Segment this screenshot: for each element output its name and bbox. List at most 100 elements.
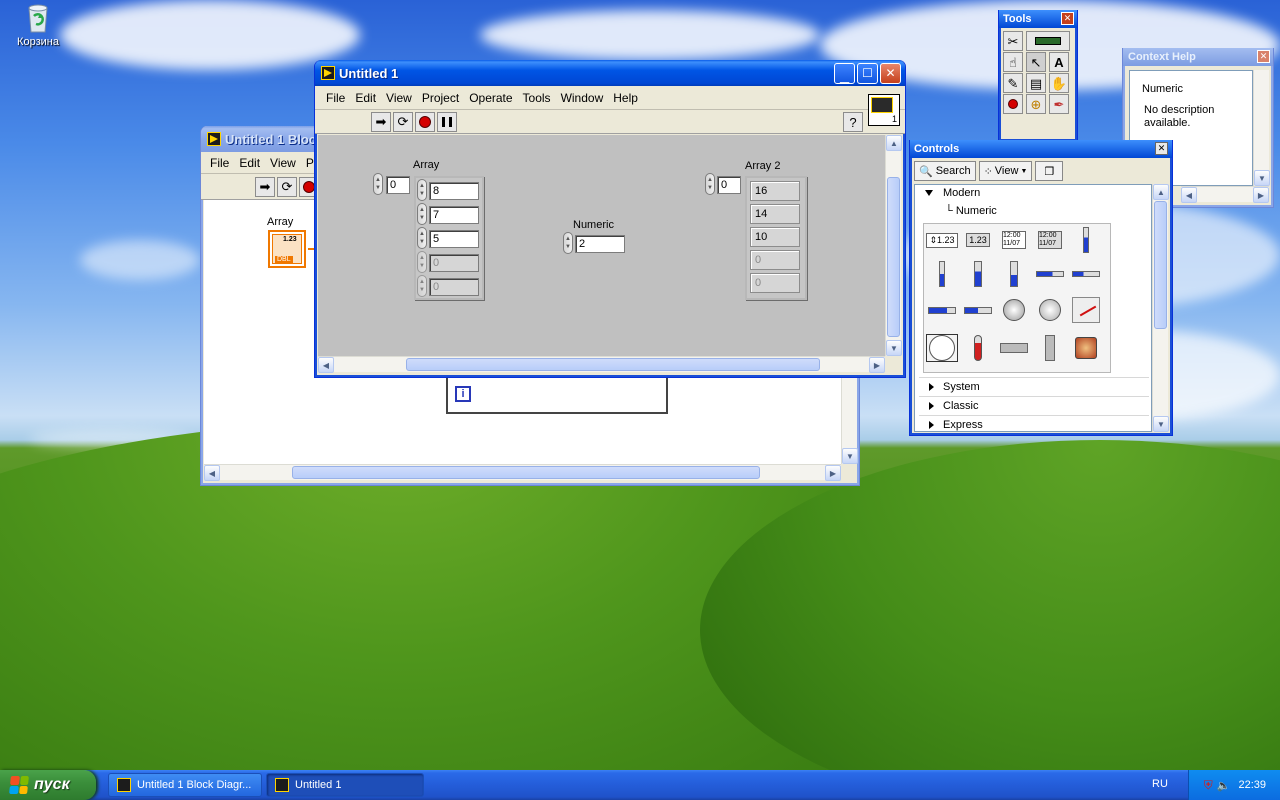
bd-horizontal-scrollbar[interactable]: ◀ ▶: [204, 464, 841, 481]
bd-menu-file[interactable]: File: [205, 156, 234, 170]
array1-elem1-spinner[interactable]: ▲ ▼: [417, 203, 427, 225]
vertical-graduated-bar-item[interactable]: [998, 260, 1030, 288]
controls-scroll-up-button[interactable]: ▲: [1153, 184, 1169, 200]
horizontal-progress-bar-item[interactable]: [926, 296, 958, 324]
probe-tool-icon[interactable]: ⊕: [1026, 94, 1046, 114]
menu-window[interactable]: Window: [556, 91, 609, 105]
close-button[interactable]: ✕: [880, 62, 901, 84]
context-help-titlebar[interactable]: Context Help ✕: [1123, 48, 1273, 66]
numeric-control[interactable]: 2: [575, 235, 625, 253]
category-system[interactable]: System: [919, 377, 1149, 395]
vertical-scrollbar-control-item[interactable]: [1034, 334, 1066, 362]
run-button[interactable]: ➡: [255, 176, 275, 197]
run-continuously-button[interactable]: ⟳: [393, 111, 413, 132]
menu-edit[interactable]: Edit: [350, 91, 381, 105]
vertical-fill-slide-item[interactable]: [1070, 226, 1102, 254]
context-help-vscroll[interactable]: ▼: [1253, 70, 1270, 186]
recycle-bin[interactable]: Корзина: [10, 2, 66, 48]
vertical-pointer-slide-item[interactable]: [926, 260, 958, 288]
array1-elem0-spinner[interactable]: ▲ ▼: [417, 179, 427, 201]
color-box-item[interactable]: [1070, 334, 1102, 362]
array1-element-4[interactable]: 0: [429, 278, 479, 296]
palette-window-button[interactable]: ❐: [1035, 161, 1064, 181]
vi-connector-pane[interactable]: 1: [868, 94, 900, 126]
horizontal-scrollbar-control-item[interactable]: [998, 334, 1030, 362]
position-tool-icon[interactable]: ↖: [1026, 52, 1046, 72]
controls-close-button[interactable]: ✕: [1155, 142, 1168, 155]
bd-menu-view[interactable]: View: [265, 156, 301, 170]
array1-element-1[interactable]: 7: [429, 206, 479, 224]
fp-scroll-down-button[interactable]: ▼: [886, 340, 902, 356]
operate-value-tool-icon[interactable]: ☝: [1003, 52, 1023, 72]
array1-elem4-spinner[interactable]: ▲ ▼: [417, 275, 427, 297]
auto-tool-icon[interactable]: ✂: [1003, 31, 1023, 51]
controls-palette[interactable]: Controls ✕ 🔍 Search ⁘ View ▼ ❐ Modern └ …: [909, 140, 1173, 436]
controls-scroll-down-button[interactable]: ▼: [1153, 416, 1169, 432]
menu-tools[interactable]: Tools: [518, 91, 556, 105]
taskbar-item-block-diagram[interactable]: Untitled 1 Block Diagr...: [108, 773, 262, 797]
clock[interactable]: 22:39: [1238, 779, 1266, 791]
minimize-button[interactable]: ▁: [834, 62, 855, 84]
scroll-tool-icon[interactable]: ✋: [1049, 73, 1069, 93]
fp-v-scroll-thumb[interactable]: [887, 177, 900, 337]
bd-scroll-down-button[interactable]: ▼: [842, 448, 858, 464]
menu-project[interactable]: Project: [417, 91, 464, 105]
context-help-hscroll[interactable]: ◀ ▶: [1181, 186, 1269, 203]
array1-index[interactable]: 0: [386, 176, 410, 194]
edit-text-tool-icon[interactable]: A: [1049, 52, 1069, 72]
abort-button[interactable]: [415, 111, 435, 132]
fp-scroll-left-button[interactable]: ◀: [318, 357, 334, 373]
tools-close-button[interactable]: ✕: [1061, 12, 1074, 25]
numeric-spinner[interactable]: ▲ ▼: [563, 232, 573, 254]
fp-scroll-right-button[interactable]: ▶: [869, 357, 885, 373]
controls-scroll-thumb[interactable]: [1154, 201, 1167, 329]
breakpoint-tool-icon[interactable]: [1003, 94, 1023, 114]
front-panel-window[interactable]: Untitled 1 ▁ ☐ ✕ File Edit View Project …: [314, 60, 906, 378]
context-help-close-button[interactable]: ✕: [1257, 50, 1270, 63]
tree-numeric[interactable]: └ Numeric: [945, 205, 997, 217]
horizontal-pointer-slide-item[interactable]: [1070, 260, 1102, 288]
loop-index-terminal[interactable]: i: [455, 386, 471, 402]
horizontal-fill-slide-item[interactable]: [1034, 260, 1066, 288]
fp-vertical-scrollbar[interactable]: ▲ ▼: [885, 135, 902, 356]
bd-menu-edit[interactable]: Edit: [234, 156, 265, 170]
array1-element-0[interactable]: 8: [429, 182, 479, 200]
bd-scroll-right-button[interactable]: ▶: [825, 465, 841, 481]
tools-palette[interactable]: Tools ✕ ✂ ☝ ↖ A ✎ ▤ ✋ ⊕ ✒: [998, 10, 1078, 142]
tank-item[interactable]: [962, 334, 994, 362]
run-continuously-button[interactable]: ⟳: [277, 176, 297, 197]
taskbar-item-front-panel[interactable]: Untitled 1: [266, 773, 424, 797]
run-button[interactable]: ➡: [371, 111, 391, 132]
array1-index-spinner[interactable]: ▲ ▼: [373, 173, 383, 195]
security-shield-icon[interactable]: ⛨: [1204, 778, 1213, 793]
bd-h-scroll-thumb[interactable]: [292, 466, 760, 479]
array1-element-3[interactable]: 0: [429, 254, 479, 272]
menu-view[interactable]: View: [381, 91, 417, 105]
vertical-progress-bar-item[interactable]: [962, 260, 994, 288]
ch-scroll-right-button[interactable]: ▶: [1253, 187, 1269, 203]
array1-elem2-spinner[interactable]: ▲ ▼: [417, 227, 427, 249]
time-stamp-control-item[interactable]: 12:00 11/07: [998, 226, 1030, 254]
menu-file[interactable]: File: [321, 91, 350, 105]
numeric-control-item[interactable]: ⇕1.23: [926, 226, 958, 254]
meter-item[interactable]: [1070, 296, 1102, 324]
array1-elem3-spinner[interactable]: ▲ ▼: [417, 251, 427, 273]
speaker-icon[interactable]: 🔈: [1217, 779, 1231, 792]
numeric-indicator-item[interactable]: 1.23: [962, 226, 994, 254]
gauge-item[interactable]: [926, 334, 958, 362]
knob-item[interactable]: [998, 296, 1030, 324]
ch-scroll-down-button[interactable]: ▼: [1254, 170, 1270, 186]
object-shortcut-tool-icon[interactable]: ▤: [1026, 73, 1046, 93]
front-panel-titlebar[interactable]: Untitled 1 ▁ ☐ ✕: [315, 60, 905, 86]
view-button[interactable]: ⁘ View ▼: [978, 161, 1033, 181]
controls-vscroll[interactable]: ▲ ▼: [1152, 184, 1169, 432]
fp-h-scroll-thumb[interactable]: [406, 358, 820, 371]
time-stamp-indicator-item[interactable]: 12:00 11/07: [1034, 226, 1066, 254]
array2-index-spinner[interactable]: ▲ ▼: [705, 173, 715, 195]
tree-modern[interactable]: Modern: [943, 187, 980, 199]
controls-titlebar[interactable]: Controls ✕: [910, 140, 1172, 158]
category-classic[interactable]: Classic: [919, 396, 1149, 414]
menu-help[interactable]: Help: [608, 91, 643, 105]
search-button[interactable]: 🔍 Search: [914, 161, 976, 181]
tree-modern-expand-icon[interactable]: [925, 190, 933, 196]
